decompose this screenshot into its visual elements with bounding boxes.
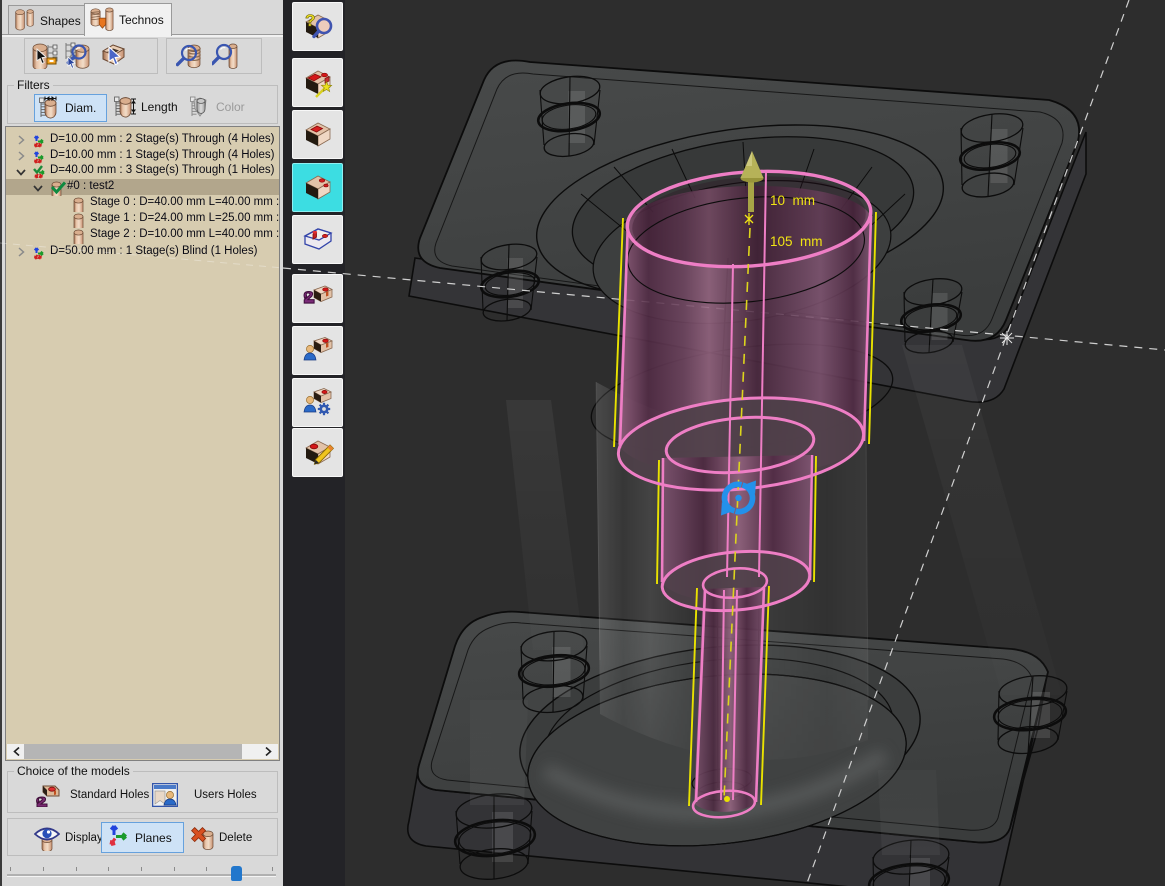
svg-text:10 mm: 10 mm xyxy=(770,193,815,208)
svg-text:?: ? xyxy=(305,11,315,30)
svg-text:105 mm: 105 mm xyxy=(770,234,823,249)
